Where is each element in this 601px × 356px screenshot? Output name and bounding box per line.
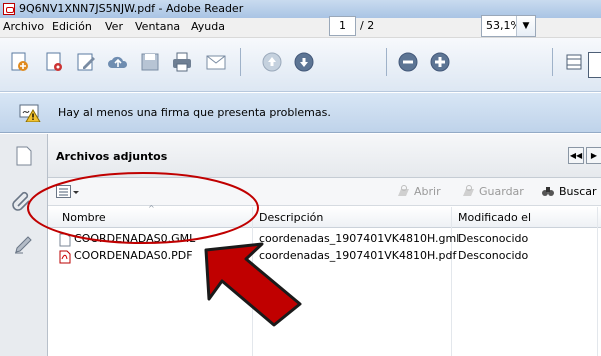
fit-page-icon xyxy=(566,54,582,70)
open-label: Abrir xyxy=(414,184,441,198)
paperclip-icon[interactable] xyxy=(10,188,34,212)
toolbar xyxy=(0,38,601,92)
combine-button[interactable] xyxy=(40,48,68,76)
email-button[interactable] xyxy=(202,48,230,76)
pdf-file-icon xyxy=(59,250,71,264)
search-button[interactable]: Buscar xyxy=(541,184,597,198)
navigation-pane xyxy=(0,134,48,356)
signature-warning-text: Hay al menos una firma que presenta prob… xyxy=(58,106,331,119)
floppy-icon xyxy=(141,53,159,71)
menu-ventana[interactable]: Ventana xyxy=(135,20,180,33)
page-number-input[interactable]: 1 xyxy=(329,16,356,36)
menu-ayuda[interactable]: Ayuda xyxy=(191,20,225,33)
minus-circle-icon xyxy=(398,52,418,72)
printer-icon xyxy=(173,52,191,72)
arrow-down-icon xyxy=(294,52,314,72)
upload-button[interactable] xyxy=(104,48,132,76)
table-row[interactable]: COORDENADAS0.GML coordenadas_1907401VK48… xyxy=(48,232,601,249)
attachment-name: COORDENADAS0.GML xyxy=(74,232,196,245)
arrow-up-icon xyxy=(262,52,282,72)
next-page-button[interactable] xyxy=(290,48,318,76)
adobe-reader-icon xyxy=(3,3,15,15)
attachment-modified: Desconocido xyxy=(458,249,529,262)
chevron-down-icon[interactable]: ▼ xyxy=(516,16,535,36)
cloud-upload-icon xyxy=(108,56,128,68)
column-modified[interactable]: Modificado el xyxy=(458,211,531,224)
window-title: 9Q6NV1XNN7JS5NJW.pdf - Adobe Reader xyxy=(19,2,244,15)
sort-ascending-icon: ^ xyxy=(148,204,155,213)
attachment-modified: Desconocido xyxy=(458,232,529,245)
fit-page-button[interactable] xyxy=(560,48,588,76)
signature-pen-icon[interactable] xyxy=(12,232,36,256)
column-description[interactable]: Descripción xyxy=(259,211,323,224)
menu-ver[interactable]: Ver xyxy=(105,20,123,33)
file-icon xyxy=(59,233,71,247)
create-icon xyxy=(11,52,28,71)
search-label: Buscar xyxy=(559,184,597,198)
open-attachment-icon xyxy=(398,185,409,196)
table-row[interactable]: COORDENADAS0.PDF coordenadas_1907401VK48… xyxy=(48,249,601,266)
panel-pager: ◀◀ ▶ xyxy=(568,147,601,165)
column-name[interactable]: Nombre xyxy=(62,211,106,224)
signature-warning-icon xyxy=(19,104,41,122)
save-label: Guardar xyxy=(479,184,524,198)
fit-width-icon[interactable] xyxy=(588,52,601,78)
menu-archivo[interactable]: Archivo xyxy=(3,20,44,33)
attachment-name: COORDENADAS0.PDF xyxy=(74,249,193,262)
open-button[interactable]: Abrir xyxy=(396,184,441,198)
document-gear-icon xyxy=(46,52,62,71)
edit-button[interactable] xyxy=(72,48,100,76)
create-pdf-button[interactable] xyxy=(6,48,34,76)
pages-icon[interactable] xyxy=(12,144,36,168)
attachment-description: coordenadas_1907401VK4810H.gml xyxy=(259,232,460,245)
save-attachment-button[interactable]: Guardar xyxy=(461,184,524,198)
previous-page-button[interactable] xyxy=(258,48,286,76)
attachments-title: Archivos adjuntos xyxy=(56,150,168,163)
zoom-in-button[interactable] xyxy=(426,48,454,76)
zoom-out-button[interactable] xyxy=(394,48,422,76)
save-attachment-icon xyxy=(463,185,474,196)
next-panel-icon[interactable]: ▶ xyxy=(586,147,601,164)
collapse-left-icon[interactable]: ◀◀ xyxy=(568,147,584,164)
page-total: / 2 xyxy=(360,19,375,32)
pen-icon xyxy=(77,53,95,71)
print-button[interactable] xyxy=(168,48,196,76)
options-menu-icon xyxy=(56,185,79,198)
envelope-icon xyxy=(206,55,226,70)
attachment-description: coordenadas_1907401VK4810H.pdf xyxy=(259,249,457,262)
plus-circle-icon xyxy=(430,52,450,72)
menu-edicion[interactable]: Edición xyxy=(52,20,92,33)
options-button[interactable] xyxy=(56,184,80,200)
binoculars-icon xyxy=(542,187,554,196)
save-button[interactable] xyxy=(136,48,164,76)
